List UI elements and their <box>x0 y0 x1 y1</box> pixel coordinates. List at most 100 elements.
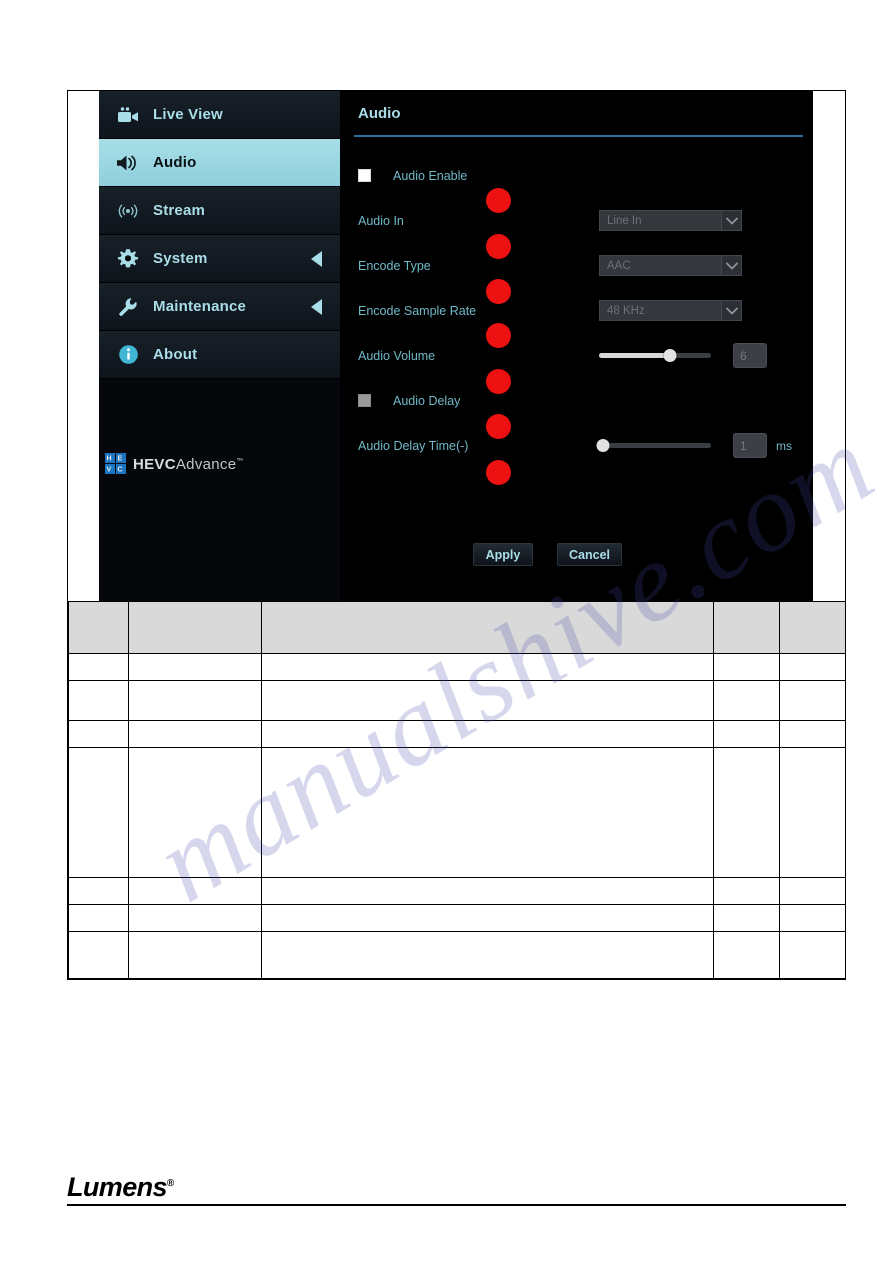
table-row <box>68 653 846 681</box>
chevron-down-icon[interactable] <box>721 210 742 231</box>
table-cell <box>779 877 846 905</box>
gear-icon <box>115 246 141 272</box>
encode-sample-rate-label: Encode Sample Rate <box>358 303 477 318</box>
encode-type-value: AAC <box>607 259 631 272</box>
slider-knob[interactable] <box>663 349 677 362</box>
document-page: Live View Audio Stream System Maintenanc… <box>0 0 893 1263</box>
slider-knob[interactable] <box>596 439 610 452</box>
audio-volume-label: Audio Volume <box>358 348 436 363</box>
audio-settings-panel: Audio Audio Enable Audio In Line In Enco… <box>340 91 813 601</box>
table-cell <box>261 747 714 878</box>
sidebar-item-label: System <box>153 250 208 267</box>
encode-sample-rate-select[interactable]: 48 KHz <box>599 300 742 321</box>
table-cell <box>68 680 129 721</box>
row-audio-in: Audio In Line In <box>340 198 813 243</box>
ui-screenshot-figure: Live View Audio Stream System Maintenanc… <box>68 91 845 601</box>
table-cell <box>68 931 129 979</box>
table-header-cell <box>713 601 780 654</box>
wrench-icon <box>115 294 141 320</box>
annotation-circle-4 <box>486 323 511 348</box>
sidebar-item-label: Stream <box>153 202 206 219</box>
row-audio-volume: Audio Volume 6 <box>340 333 813 378</box>
svg-text:E: E <box>118 456 123 463</box>
audio-in-value: Line In <box>607 214 642 227</box>
table-cell <box>713 653 780 681</box>
row-audio-delay-time: Audio Delay Time(-) 1 ms <box>340 423 813 468</box>
table-cell <box>128 904 262 932</box>
annotation-circle-3 <box>486 279 511 304</box>
audio-in-select[interactable]: Line In <box>599 210 742 231</box>
sidebar-item-label: Maintenance <box>153 298 247 315</box>
audio-in-control: Line In <box>599 210 742 231</box>
hevc-secondary-text: Advance <box>175 455 237 473</box>
annotation-circle-2 <box>486 234 511 259</box>
page-title: Audio <box>358 105 401 122</box>
table-cell <box>779 931 846 979</box>
sidebar-item-maintenance[interactable]: Maintenance <box>99 283 340 331</box>
sidebar-item-audio[interactable]: Audio <box>99 139 340 187</box>
table-row <box>68 877 846 905</box>
title-divider <box>354 135 803 137</box>
audio-delay-time-slider[interactable] <box>596 438 711 454</box>
sidebar-navigation: Live View Audio Stream System Maintenanc… <box>99 91 340 601</box>
hevc-trademark: ™ <box>236 457 244 465</box>
sidebar-item-live-view[interactable]: Live View <box>99 91 340 139</box>
info-icon <box>115 342 141 368</box>
audio-enable-checkbox[interactable] <box>358 169 371 182</box>
table-cell <box>261 680 714 721</box>
audio-volume-input[interactable]: 6 <box>733 343 767 368</box>
apply-button[interactable]: Apply <box>473 543 533 566</box>
sidebar-item-label: About <box>153 346 198 363</box>
table-cell <box>713 877 780 905</box>
encode-type-label: Encode Type <box>358 258 431 273</box>
table-cell <box>128 877 262 905</box>
slider-fill <box>599 353 670 358</box>
audio-delay-time-label: Audio Delay Time(-) <box>358 438 469 453</box>
sidebar-empty-area: H E V C HEVCAdvance™ <box>99 379 340 601</box>
sidebar-item-stream[interactable]: Stream <box>99 187 340 235</box>
table-cell <box>128 653 262 681</box>
table-header-cell <box>68 601 129 654</box>
audio-delay-time-value: 1 <box>740 438 747 453</box>
encode-sample-rate-label-group: Encode Sample Rate <box>358 304 476 318</box>
encode-type-control: AAC <box>599 255 742 276</box>
specification-table-body <box>68 601 846 979</box>
audio-delay-checkbox[interactable] <box>358 394 371 407</box>
annotation-circle-1 <box>486 188 511 213</box>
annotation-circle-6 <box>486 414 511 439</box>
table-cell <box>68 653 129 681</box>
audio-form: Audio Enable Audio In Line In Encode Typ… <box>340 153 813 468</box>
audio-enable-label: Audio Enable <box>393 168 468 183</box>
table-cell <box>779 653 846 681</box>
encode-sample-rate-control: 48 KHz <box>599 300 742 321</box>
table-cell <box>779 904 846 932</box>
chevron-down-icon[interactable] <box>721 300 742 321</box>
sidebar-item-system[interactable]: System <box>99 235 340 283</box>
audio-delay-time-unit: ms <box>776 438 792 453</box>
audio-volume-label-group: Audio Volume <box>358 349 435 363</box>
lumens-logo: Lumens® <box>67 1172 174 1203</box>
specification-table <box>68 601 846 979</box>
chevron-left-icon <box>311 250 322 267</box>
annotation-circle-7 <box>486 460 511 485</box>
annotation-circle-5 <box>486 369 511 394</box>
audio-delay-time-input[interactable]: 1 <box>733 433 767 458</box>
sidebar-item-label: Live View <box>153 106 223 123</box>
footer-divider <box>67 1204 846 1206</box>
audio-volume-value: 6 <box>740 348 747 363</box>
sidebar-item-about[interactable]: About <box>99 331 340 379</box>
audio-delay-time-label-group: Audio Delay Time(-) <box>358 439 468 453</box>
table-cell <box>261 653 714 681</box>
slider-track <box>599 443 711 448</box>
table-cell <box>779 680 846 721</box>
table-cell <box>68 877 129 905</box>
row-audio-delay: Audio Delay <box>340 378 813 423</box>
chevron-down-icon[interactable] <box>721 255 742 276</box>
cancel-button[interactable]: Cancel <box>557 543 622 566</box>
svg-text:H: H <box>107 456 112 463</box>
encode-type-select[interactable]: AAC <box>599 255 742 276</box>
audio-volume-slider[interactable] <box>599 348 711 364</box>
audio-delay-group: Audio Delay <box>358 394 460 408</box>
form-actions: Apply Cancel <box>473 543 622 566</box>
audio-in-label-group: Audio In <box>358 214 404 228</box>
